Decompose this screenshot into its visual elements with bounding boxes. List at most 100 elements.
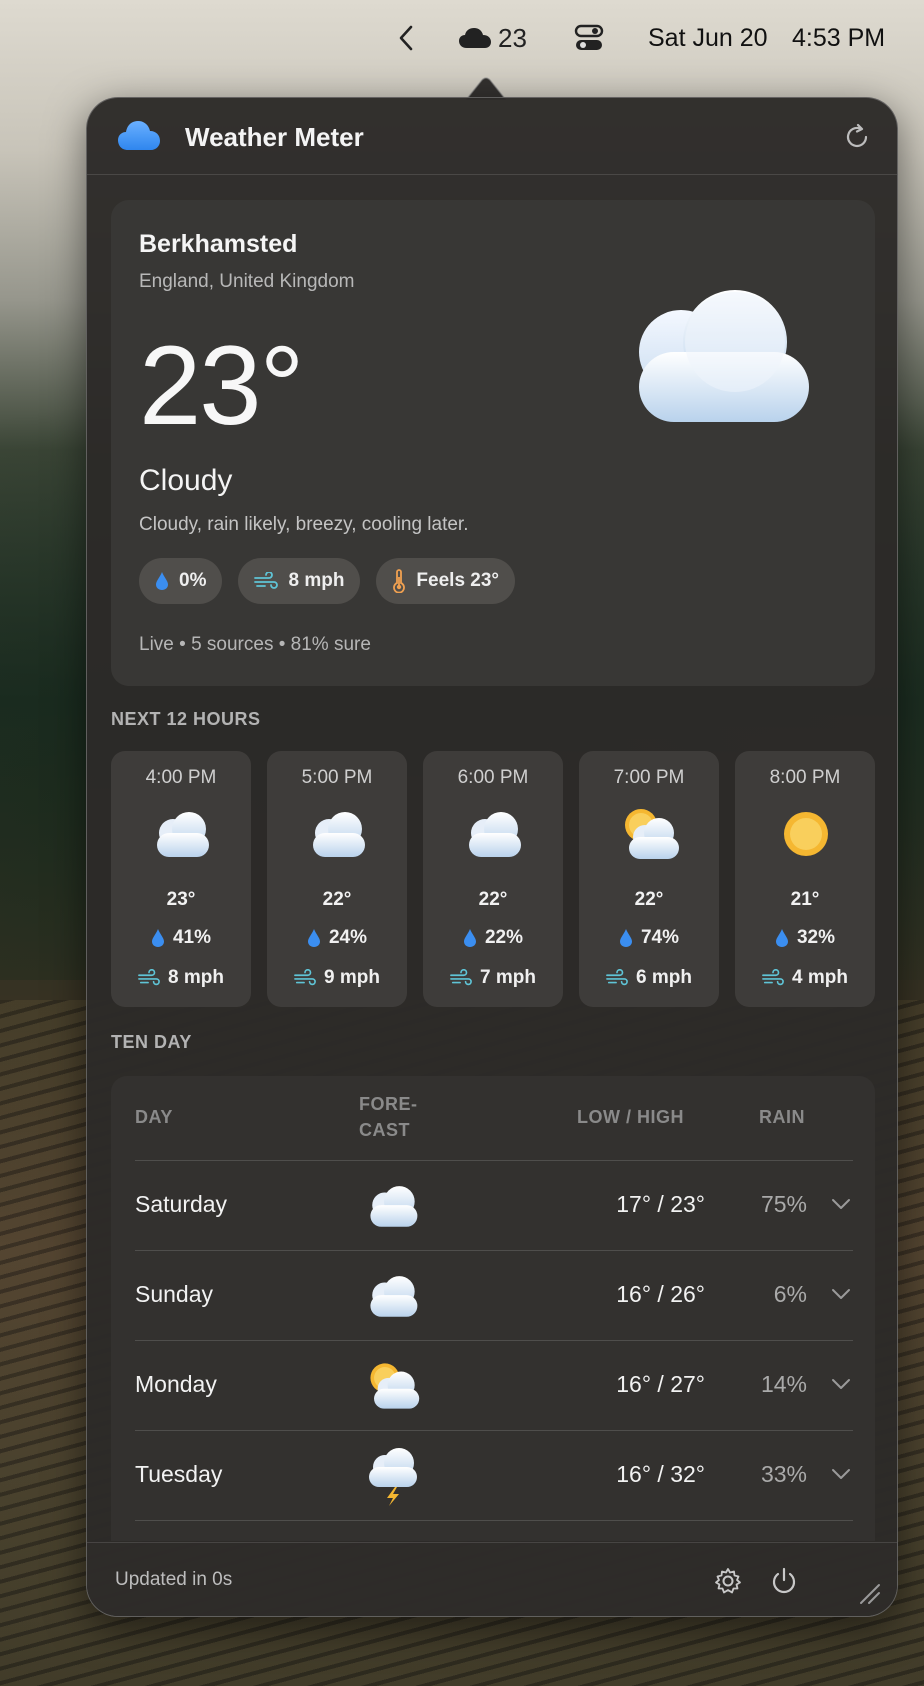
hour-precip-value: 24% bbox=[328, 927, 368, 948]
precip-value: 0% bbox=[179, 570, 207, 591]
current-condition: Cloudy bbox=[139, 464, 233, 497]
popover-footer: Updated in 0s bbox=[87, 1542, 897, 1616]
thermometer-icon bbox=[393, 569, 406, 593]
tenday-rain: 75% bbox=[760, 1191, 807, 1217]
raindrop-icon bbox=[463, 929, 476, 947]
hour-precip-value: 22% bbox=[484, 927, 524, 948]
hour-precip: 41% bbox=[111, 927, 251, 949]
partly-cloudy-icon bbox=[619, 805, 681, 863]
chevron-left-icon[interactable] bbox=[398, 22, 422, 54]
cloudy-icon bbox=[365, 1175, 421, 1237]
hour-wind: 8 mph bbox=[111, 967, 251, 989]
hour-card[interactable]: 7:00 PM 22° 74% 6 mph bbox=[579, 751, 719, 1007]
wind-icon bbox=[450, 969, 472, 986]
hour-precip-value: 32% bbox=[796, 927, 836, 948]
city-name: Berkhamsted bbox=[139, 230, 298, 258]
raindrop-icon bbox=[156, 572, 168, 590]
tenday-rain: 33% bbox=[760, 1461, 807, 1487]
header-low-high: LOW / HIGH bbox=[577, 1107, 684, 1127]
gear-icon[interactable] bbox=[713, 1566, 743, 1596]
control-center-icon[interactable] bbox=[574, 22, 604, 54]
cloudy-icon bbox=[639, 290, 809, 422]
current-description: Cloudy, rain likely, breezy, cooling lat… bbox=[139, 514, 469, 535]
header-forecast-2: CAST bbox=[359, 1120, 410, 1140]
region-name: England, United Kingdom bbox=[139, 271, 355, 292]
tenday-forecast-table: DAY FORE- CAST LOW / HIGH RAIN Saturday 1… bbox=[111, 1076, 875, 1541]
feels-like-chip: Feels 23° bbox=[376, 558, 516, 604]
popover-content[interactable]: Berkhamsted England, United Kingdom 23° … bbox=[87, 176, 897, 1541]
current-temperature: 23° bbox=[139, 323, 304, 448]
tenday-low-high: 16° / 26° bbox=[616, 1281, 705, 1307]
chevron-down-icon[interactable] bbox=[831, 1377, 851, 1391]
cloud-logo-icon bbox=[118, 121, 160, 150]
raindrop-icon bbox=[307, 929, 320, 947]
thunderstorm-icon bbox=[365, 1445, 421, 1507]
cloud-icon bbox=[459, 28, 491, 48]
hour-time: 7:00 PM bbox=[613, 767, 685, 788]
wind-value: 8 mph bbox=[288, 570, 345, 591]
chevron-down-icon[interactable] bbox=[831, 1287, 851, 1301]
app-title: Weather Meter bbox=[185, 122, 364, 152]
resize-handle-icon[interactable] bbox=[857, 1581, 883, 1607]
wind-chip: 8 mph bbox=[238, 558, 361, 604]
tenday-row[interactable]: Saturday 17° / 23° 75% bbox=[135, 1160, 853, 1250]
hour-precip: 22% bbox=[423, 927, 563, 949]
chevron-down-icon[interactable] bbox=[831, 1197, 851, 1211]
hour-temp: 22° bbox=[478, 889, 508, 910]
menubar-time[interactable]: 4:53 PM bbox=[792, 22, 885, 54]
wind-icon bbox=[254, 572, 279, 589]
hour-precip-value: 74% bbox=[640, 927, 680, 948]
chevron-down-icon[interactable] bbox=[831, 1467, 851, 1481]
tenday-rain: 6% bbox=[773, 1281, 807, 1307]
hour-wind: 6 mph bbox=[579, 967, 719, 989]
raindrop-icon bbox=[151, 929, 164, 947]
hour-precip: 74% bbox=[579, 927, 719, 949]
precip-chip: 0% bbox=[139, 558, 223, 604]
menu-bar: 23 Sat Jun 20 4:53 PM bbox=[0, 0, 924, 76]
hour-temp: 23° bbox=[166, 889, 196, 910]
hour-temp: 22° bbox=[634, 889, 664, 910]
hour-card[interactable]: 8:00 PM 21° 32% 4 mph bbox=[735, 751, 875, 1007]
menubar-weather-item[interactable]: 23 bbox=[458, 22, 527, 54]
tenday-row[interactable]: Monday 16° / 27° 14% bbox=[135, 1340, 853, 1430]
partly-cloudy-icon bbox=[365, 1355, 421, 1417]
tenday-row[interactable]: Tuesday 16° / 32° 33% bbox=[135, 1430, 853, 1520]
tenday-section-label: TEN DAY bbox=[111, 1032, 192, 1052]
wind-icon bbox=[294, 969, 316, 986]
sunny-icon bbox=[775, 805, 837, 863]
hour-wind-value: 7 mph bbox=[480, 967, 536, 988]
hour-card[interactable]: 6:00 PM 22° 22% 7 mph bbox=[423, 751, 563, 1007]
updated-status: Updated in 0s bbox=[115, 1569, 233, 1590]
hourly-forecast[interactable]: 4:00 PM 23° 41% 8 mph 5:00 PM 22° 24% 9 mph 6:00… bbox=[111, 751, 875, 1007]
hour-time: 4:00 PM bbox=[145, 767, 217, 788]
header-rain: RAIN bbox=[759, 1107, 805, 1127]
hourly-section-label: NEXT 12 HOURS bbox=[111, 709, 261, 729]
tenday-header: DAY FORE- CAST LOW / HIGH RAIN bbox=[111, 1076, 875, 1160]
tenday-low-high: 16° / 32° bbox=[616, 1461, 705, 1487]
data-source-meta: Live • 5 sources • 81% sure bbox=[139, 634, 371, 655]
tenday-rain: 14% bbox=[760, 1371, 807, 1397]
hour-wind: 9 mph bbox=[267, 967, 407, 989]
header-forecast-1: FORE- bbox=[359, 1094, 418, 1114]
hour-card[interactable]: 4:00 PM 23° 41% 8 mph bbox=[111, 751, 251, 1007]
refresh-icon[interactable] bbox=[843, 123, 871, 151]
hour-wind-value: 4 mph bbox=[792, 967, 848, 988]
current-conditions-card: Berkhamsted England, United Kingdom 23° … bbox=[111, 200, 875, 686]
power-icon[interactable] bbox=[769, 1566, 799, 1596]
hour-precip: 32% bbox=[735, 927, 875, 949]
cloudy-icon bbox=[365, 1265, 421, 1327]
hour-wind-value: 6 mph bbox=[636, 967, 692, 988]
tenday-low-high: 17° / 23° bbox=[616, 1191, 705, 1217]
tenday-day: Tuesday bbox=[135, 1461, 223, 1487]
tenday-row[interactable]: Sunday 16° / 26° 6% bbox=[135, 1250, 853, 1340]
tenday-row-divider bbox=[135, 1520, 853, 1541]
hour-wind: 7 mph bbox=[423, 967, 563, 989]
cloudy-icon bbox=[463, 805, 525, 863]
menubar-date[interactable]: Sat Jun 20 bbox=[648, 22, 768, 54]
hour-wind-value: 9 mph bbox=[324, 967, 380, 988]
hour-card[interactable]: 5:00 PM 22° 24% 9 mph bbox=[267, 751, 407, 1007]
wind-icon bbox=[138, 969, 160, 986]
tenday-day: Monday bbox=[135, 1371, 217, 1397]
hour-time: 6:00 PM bbox=[457, 767, 529, 788]
cloudy-icon bbox=[151, 805, 213, 863]
